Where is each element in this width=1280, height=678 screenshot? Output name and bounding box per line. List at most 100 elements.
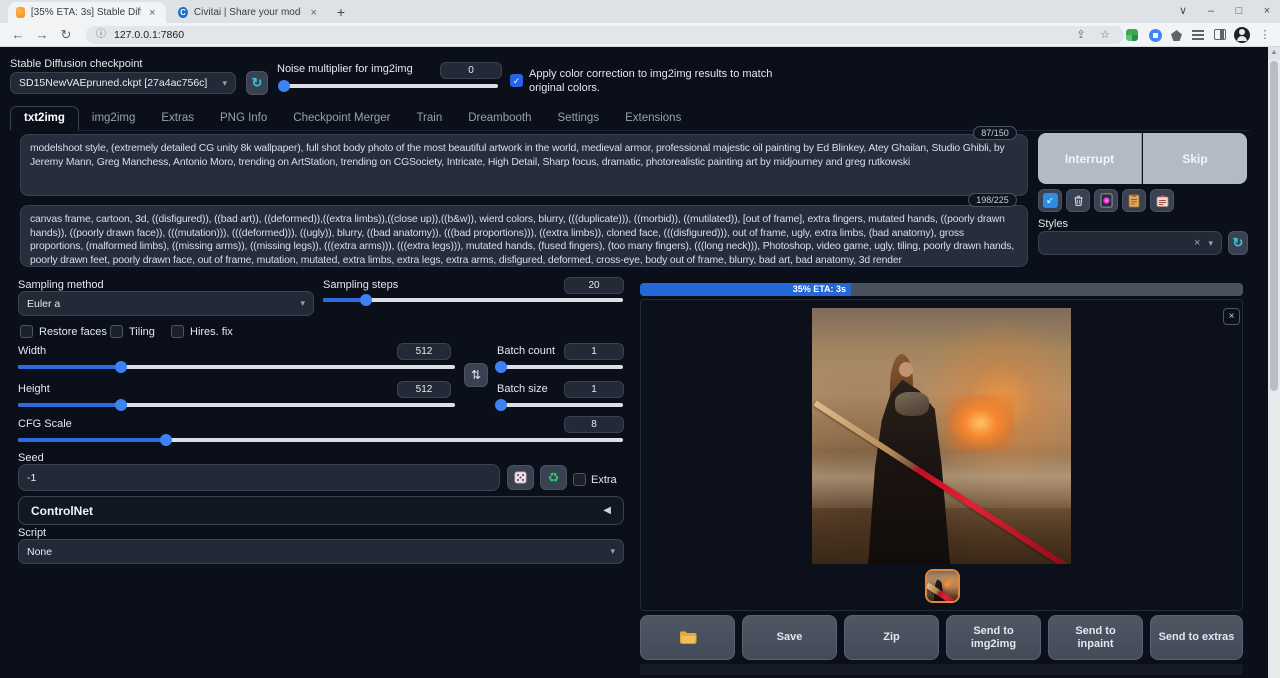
slider-handle[interactable]: [495, 399, 507, 411]
skip-button[interactable]: Skip: [1143, 133, 1247, 184]
cfg-scale-input[interactable]: 8: [564, 416, 624, 433]
slider-handle[interactable]: [160, 434, 172, 446]
reading-list-icon[interactable]: [1192, 30, 1204, 40]
new-tab-button[interactable]: +: [332, 4, 350, 22]
tab-extensions[interactable]: Extensions: [612, 107, 694, 130]
controlnet-accordion[interactable]: ControlNet ◀: [18, 496, 624, 525]
open-folder-button[interactable]: [640, 615, 735, 660]
send-to-inpaint-button[interactable]: Send to inpaint: [1048, 615, 1143, 660]
extensions-pin-icon[interactable]: [1171, 30, 1182, 41]
hires-fix-checkbox[interactable]: [171, 325, 184, 338]
generated-image-preview[interactable]: [812, 308, 1071, 564]
prompt-textarea[interactable]: modelshoot style, (extremely detailed CG…: [20, 134, 1028, 196]
back-button[interactable]: ←: [8, 25, 28, 45]
address-bar[interactable]: ⓘ 127.0.0.1:7860: [86, 26, 1124, 44]
tab-search-icon[interactable]: ∨: [1170, 0, 1196, 22]
negative-prompt-token-counter: 198/225: [968, 193, 1017, 207]
paste-generation-params-button[interactable]: ↙: [1038, 189, 1062, 212]
save-button[interactable]: Save: [742, 615, 837, 660]
tab-extras[interactable]: Extras: [148, 107, 207, 130]
window-minimize-button[interactable]: –: [1198, 0, 1224, 22]
slider-handle[interactable]: [360, 294, 372, 306]
folder-icon: [679, 630, 697, 645]
chevron-down-icon: ▾: [1208, 238, 1213, 249]
sampling-method-value: Euler a: [27, 298, 60, 310]
noise-multiplier-slider[interactable]: [280, 84, 498, 88]
batch-size-slider[interactable]: [497, 403, 623, 407]
tab-train[interactable]: Train: [403, 107, 455, 130]
reuse-seed-button[interactable]: ♻: [540, 465, 567, 490]
reload-button[interactable]: ↻: [56, 25, 76, 45]
tab-close-icon[interactable]: ×: [147, 7, 158, 19]
cfg-scale-slider[interactable]: [18, 438, 623, 442]
batch-size-input[interactable]: 1: [564, 381, 624, 398]
screen: [35% ETA: 3s] Stable Diffusion × C Civit…: [0, 0, 1280, 678]
tab-settings[interactable]: Settings: [545, 107, 613, 130]
close-preview-icon[interactable]: ×: [1223, 308, 1240, 325]
gallery-thumbnail[interactable]: [925, 569, 960, 603]
height-input[interactable]: 512: [397, 381, 451, 398]
scroll-up-arrow[interactable]: ▲: [1268, 47, 1280, 59]
width-slider[interactable]: [18, 365, 455, 369]
zip-button[interactable]: Zip: [844, 615, 939, 660]
save-style-button[interactable]: [1150, 189, 1174, 212]
extra-networks-button[interactable]: [1094, 189, 1118, 212]
window-close-button[interactable]: ×: [1254, 0, 1280, 22]
tab-png-info[interactable]: PNG Info: [207, 107, 280, 130]
swap-width-height-button[interactable]: ⇅: [464, 363, 488, 387]
height-slider[interactable]: [18, 403, 455, 407]
browser-tab-civitai[interactable]: C Civitai | Share your models ×: [170, 2, 328, 23]
script-dropdown[interactable]: None ▾: [18, 539, 624, 564]
random-seed-button[interactable]: [507, 465, 534, 490]
send-to-extras-button[interactable]: Send to extras: [1150, 615, 1243, 660]
extension-green-icon[interactable]: [1126, 29, 1138, 41]
browser-tab-stable-diffusion[interactable]: [35% ETA: 3s] Stable Diffusion ×: [8, 2, 166, 23]
browser-menu-icon[interactable]: ⋮: [1256, 26, 1274, 44]
clear-styles-icon[interactable]: ×: [1194, 237, 1200, 249]
interrupt-button[interactable]: Interrupt: [1038, 133, 1142, 184]
bookmark-star-icon[interactable]: ☆: [1096, 26, 1114, 44]
forward-button[interactable]: →: [32, 25, 52, 45]
checkpoint-dropdown[interactable]: SD15NewVAEpruned.ckpt [27a4ac756c] ▾: [10, 72, 236, 94]
apply-styles-button[interactable]: [1122, 189, 1146, 212]
tab-dreambooth[interactable]: Dreambooth: [455, 107, 544, 130]
warrior-face: [899, 362, 913, 377]
chevron-down-icon: ▾: [300, 298, 305, 309]
seed-input[interactable]: -1: [18, 464, 500, 491]
width-input[interactable]: 512: [397, 343, 451, 360]
share-icon[interactable]: ⇪: [1072, 26, 1090, 44]
refresh-styles-button[interactable]: ↻: [1228, 231, 1248, 255]
tab-img2img[interactable]: img2img: [79, 107, 148, 130]
sampling-method-dropdown[interactable]: Euler a ▾: [18, 291, 314, 316]
noise-multiplier-input[interactable]: 0: [440, 62, 502, 79]
styles-dropdown[interactable]: × ▾: [1038, 231, 1222, 255]
stable-diffusion-webui: Stable Diffusion checkpoint SD15NewVAEpr…: [0, 47, 1268, 678]
page-scrollbar[interactable]: ▲: [1268, 47, 1280, 678]
batch-count-input[interactable]: 1: [564, 343, 624, 360]
slider-handle[interactable]: [115, 399, 127, 411]
restore-faces-label: Restore faces: [39, 326, 107, 338]
profile-avatar[interactable]: [1234, 27, 1250, 43]
extension-blue-icon[interactable]: [1149, 29, 1162, 42]
slider-handle[interactable]: [115, 361, 127, 373]
restore-faces-checkbox[interactable]: [20, 325, 33, 338]
side-panel-icon[interactable]: [1214, 29, 1226, 40]
refresh-checkpoint-button[interactable]: ↻: [246, 71, 268, 95]
window-maximize-button[interactable]: □: [1226, 0, 1252, 22]
negative-prompt-textarea[interactable]: canvas frame, cartoon, 3d, ((disfigured)…: [20, 205, 1028, 267]
color-correction-checkbox[interactable]: ✓: [510, 74, 523, 87]
clear-prompt-button[interactable]: [1066, 189, 1090, 212]
slider-handle[interactable]: [278, 80, 290, 92]
slider-handle[interactable]: [495, 361, 507, 373]
scrollbar-thumb[interactable]: [1270, 61, 1278, 391]
send-to-img2img-button[interactable]: Send to img2img: [946, 615, 1041, 660]
extra-seed-checkbox[interactable]: [573, 473, 586, 486]
batch-count-slider[interactable]: [497, 365, 623, 369]
site-info-icon[interactable]: ⓘ: [96, 29, 108, 41]
tiling-checkbox[interactable]: [110, 325, 123, 338]
tab-close-icon[interactable]: ×: [307, 7, 320, 19]
sampling-steps-input[interactable]: 20: [564, 277, 624, 294]
tab-txt2img[interactable]: txt2img: [10, 106, 79, 131]
sampling-steps-slider[interactable]: [323, 298, 623, 302]
tab-checkpoint-merger[interactable]: Checkpoint Merger: [280, 107, 403, 130]
